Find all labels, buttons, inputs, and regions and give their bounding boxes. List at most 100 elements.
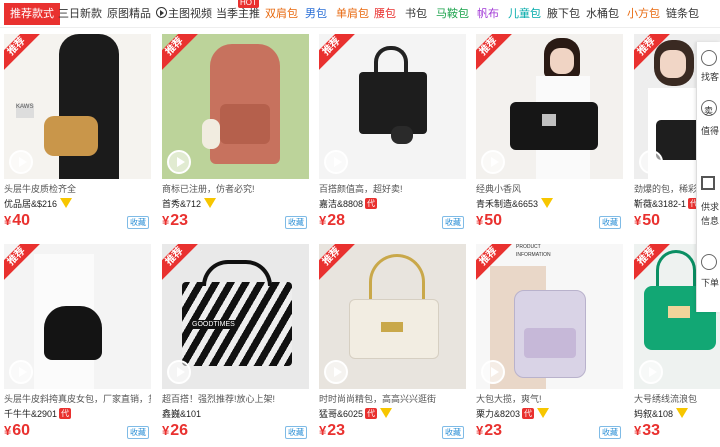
price-value: 26 [170,422,189,439]
play-video-icon[interactable] [167,360,191,384]
tab-small-square-bag[interactable]: 小方包 [627,7,660,21]
favorite-button[interactable]: 收藏 [442,216,464,229]
favorite-button[interactable]: 收藏 [599,216,621,229]
play-video-icon[interactable] [9,360,33,384]
product-image[interactable]: 推荐 [319,244,466,389]
tab-kids-bag[interactable]: 儿童包 [508,7,541,21]
tab-underarm-bag[interactable]: 腋下包 [547,7,580,21]
tab-school-bag[interactable]: 书包 [405,7,427,21]
product-image[interactable]: 推荐 [476,34,623,179]
product-description: 头层牛皮斜挎真皮女包，厂家直销，货... [4,394,151,404]
play-video-icon[interactable] [481,360,505,384]
play-video-icon[interactable] [639,150,663,174]
tab-three-day-new[interactable]: 三日新款 [58,7,102,21]
price-value: 28 [327,212,346,229]
tab-original-photos[interactable]: 原图精品 [107,7,151,21]
image-caption-text: PRODUCT [516,244,541,250]
seller-label: 栗力&8203 [476,409,521,419]
product-image[interactable]: GOODTIMES 推荐 [162,244,309,389]
qr-code-icon[interactable] [701,176,715,190]
seller-name[interactable]: 嘉洁&8808 代 [319,197,378,210]
tab-saddle-bag[interactable]: 马鞍包 [436,7,469,21]
vip-diamond-icon [380,408,393,418]
vip-diamond-icon [60,198,73,208]
play-video-icon[interactable] [639,360,663,384]
favorite-button[interactable]: 收藏 [442,426,464,439]
price-value: 23 [170,212,189,229]
product-price: ¥50 [634,212,660,230]
seller-name[interactable]: 青禾制造&6653 [476,197,554,210]
product-card[interactable]: PRODUCT INFORMATION 推荐 大包大揽，爽气! 栗力&8203 代… [476,244,623,447]
seller-name[interactable]: 猛哥&6025 代 [319,407,393,420]
seller-label: 优品居&$216 [4,199,58,209]
product-image[interactable]: 推荐 [319,34,466,179]
tab-bucket-bag[interactable]: 水桶包 [586,7,619,21]
seller-name[interactable]: 首秀&712 [162,197,217,210]
tab-canvas[interactable]: 帆布 [477,7,499,21]
play-video-icon[interactable] [324,150,348,174]
tab-shoulder-bag[interactable]: 单肩包 [336,7,369,21]
user-icon[interactable] [701,50,717,66]
tab-main-video[interactable]: 主图视频 [156,7,212,21]
price-value: 23 [327,422,346,439]
seller-name[interactable]: 靳薇&3182-1 代 [634,197,701,210]
product-description: 经典小香风 [476,184,522,194]
product-card[interactable]: GOODTIMES 推荐 超百搭！强烈推荐!放心上架! 鑫巍&101 ¥26 收… [162,244,309,447]
product-price: ¥40 [4,212,30,230]
product-price: ¥23 [476,422,502,440]
currency-symbol: ¥ [162,423,170,438]
product-image[interactable]: KAWS 推荐 [4,34,151,179]
product-card[interactable]: 推荐 经典小香风 青禾制造&6653 ¥50 收藏 [476,34,623,234]
price-value: 50 [484,212,503,229]
product-card[interactable]: 推荐 头层牛皮斜挎真皮女包，厂家直销，货... 千牛牛&2901 代 ¥60 收藏 [4,244,151,447]
product-price: ¥23 [162,212,188,230]
tab-recommended-styles[interactable]: 推荐款式 [4,3,60,25]
side-item-find-customer[interactable]: 找客 [701,70,719,83]
seller-name[interactable]: 优品居&$216 [4,197,73,210]
favorite-button[interactable]: 收藏 [127,216,149,229]
currency-symbol: ¥ [4,213,12,228]
product-card[interactable]: KAWS 推荐 头层牛皮质检齐全 优品居&$216 ¥40 收藏 [4,34,151,234]
product-description: 超百搭！强烈推荐!放心上架! [162,394,276,404]
seller-name[interactable]: 妈叙&108 [634,407,689,420]
product-image[interactable]: PRODUCT INFORMATION 推荐 [476,244,623,389]
play-video-icon[interactable] [324,360,348,384]
side-item-sell[interactable]: 卖 [704,104,713,117]
product-card[interactable]: 推荐 时时尚尚精包，高高兴兴逛街 猛哥&6025 代 ¥23 收藏 [319,244,466,447]
dropship-badge: 代 [522,408,535,419]
side-tool-panel: 找客 卖 值得 供求 信息 下单 [696,42,720,312]
seller-label: 千牛牛&2901 [4,409,58,419]
currency-symbol: ¥ [162,213,170,228]
tab-waist-bag[interactable]: 腰包 [374,7,396,21]
seller-name[interactable]: 千牛牛&2901 代 [4,407,72,420]
seller-label: 青禾制造&6653 [476,199,539,209]
side-item-order[interactable]: 下单 [701,276,719,289]
side-item-info[interactable]: 信息 [701,214,719,227]
recommend-badge: 推荐 [319,34,362,77]
favorite-button[interactable]: 收藏 [127,426,149,439]
seller-name[interactable]: 鑫巍&101 [162,407,201,420]
favorite-button[interactable]: 收藏 [285,426,307,439]
help-icon[interactable] [701,254,717,270]
product-price: ¥50 [476,212,502,230]
tab-season-featured[interactable]: 当季主推 [216,7,260,21]
tab-chain-bag[interactable]: 链条包 [666,7,699,21]
play-video-icon[interactable] [481,150,505,174]
product-card[interactable]: 推荐 商标已注册，仿者必究! 首秀&712 ¥23 收藏 [162,34,309,234]
price-value: 60 [12,422,31,439]
favorite-button[interactable]: 收藏 [599,426,621,439]
side-item-supply[interactable]: 供求 [701,200,719,213]
seller-name[interactable]: 栗力&8203 代 [476,407,550,420]
currency-symbol: ¥ [476,213,484,228]
tab-mens-bag[interactable]: 男包 [305,7,327,21]
image-brand-text: GOODTIMES [190,320,237,329]
tab-backpack[interactable]: 双肩包 [265,7,298,21]
play-video-icon[interactable] [9,150,33,174]
product-image[interactable]: 推荐 [162,34,309,179]
side-item-worth[interactable]: 值得 [701,124,719,137]
play-video-icon[interactable] [167,150,191,174]
product-image[interactable]: 推荐 [4,244,151,389]
recommend-badge: 推荐 [162,244,205,287]
favorite-button[interactable]: 收藏 [285,216,307,229]
product-card[interactable]: 推荐 百搭颜值高，超好卖! 嘉洁&8808 代 ¥28 收藏 [319,34,466,234]
